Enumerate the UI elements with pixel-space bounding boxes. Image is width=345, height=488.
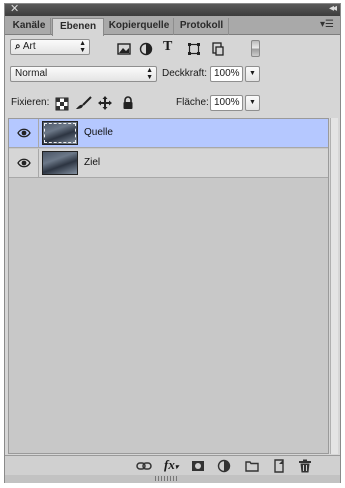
layer-style-fx-icon[interactable]: fx▾ [164,458,178,474]
layer-name: Ziel [84,157,101,168]
new-adjustment-layer-icon[interactable] [217,459,231,473]
chevron-down-icon: ▼ [249,70,256,77]
filter-type-layers-icon[interactable]: T [163,40,172,54]
tab-history[interactable]: Protokoll [175,18,229,35]
tab-channels[interactable]: Kanäle [8,18,51,35]
blend-mode-select[interactable]: Normal ▲ ▼ [10,66,157,82]
grip-dots-icon [155,476,179,481]
layers-scrollbar[interactable] [330,118,338,454]
lock-transparency-icon[interactable] [55,97,69,111]
layer-name: Quelle [84,127,113,138]
filter-kind-select[interactable]: ⌕ Art ▲ ▼ [10,39,90,55]
lock-row: Fixieren: Fläche: 100% ▼ [5,93,340,115]
updown-arrows-icon: ▲ ▼ [79,40,86,54]
bottom-toolbar: fx▾ [5,455,340,475]
fill-dropdown[interactable]: ▼ [245,95,260,111]
panel-titlebar: ✕ ◂◂ [5,2,340,16]
tab-layers[interactable]: Ebenen [52,18,104,36]
panel-menu-icon[interactable]: ▾☰ [320,19,334,30]
blend-mode-label: Normal [15,68,48,79]
filter-shape-layers-icon[interactable] [187,42,201,56]
new-group-folder-icon[interactable] [245,459,259,473]
tab-clone-source[interactable]: Kopierquelle [105,18,174,35]
add-layer-mask-icon[interactable] [191,459,205,473]
search-icon: ⌕ [15,41,21,52]
filter-adjustment-layers-icon[interactable] [139,42,153,56]
updown-arrows-icon: ▲ ▼ [146,67,153,81]
opacity-label: Deckkraft: [162,68,208,79]
new-layer-icon[interactable] [272,459,286,473]
lock-label: Fixieren: [11,97,50,108]
lock-all-icon[interactable] [121,96,135,110]
opacity-dropdown[interactable]: ▼ [245,66,260,82]
resize-grip[interactable] [5,475,340,483]
filter-smart-objects-icon[interactable] [211,42,225,56]
layer-row-quelle[interactable]: Quelle [9,119,328,148]
collapse-icon[interactable]: ◂◂ [329,2,337,16]
fill-label: Fläche: [176,97,209,108]
layer-thumbnail [42,121,78,145]
filter-pixel-layers-icon[interactable] [117,42,131,56]
eye-icon [17,128,31,138]
tab-bar: Kanäle Ebenen Kopierquelle Protokoll ▾☰ [5,16,340,36]
close-icon[interactable]: ✕ [10,2,19,16]
visibility-toggle[interactable] [9,149,39,178]
fill-field[interactable]: 100% [210,95,243,111]
layer-row-ziel[interactable]: Ziel [9,149,328,178]
layers-list: Quelle Ziel [8,118,329,454]
visibility-toggle[interactable] [9,119,39,148]
filter-toggle-switch[interactable] [251,40,260,57]
opacity-field[interactable]: 100% [210,66,243,82]
layer-thumbnail [42,151,78,175]
lock-position-icon[interactable] [98,96,112,110]
eye-icon [17,158,31,168]
filter-row: ⌕ Art ▲ ▼ T [5,37,340,59]
layers-panel: ✕ ◂◂ Kanäle Ebenen Kopierquelle Protokol… [4,3,341,483]
chevron-down-icon: ▼ [249,99,256,106]
lock-image-pixels-icon[interactable] [75,96,93,110]
trash-icon[interactable] [298,459,312,473]
link-layers-icon[interactable] [136,459,152,473]
blend-row: Normal ▲ ▼ Deckkraft: 100% ▼ [5,64,340,86]
filter-kind-label: Art [22,41,36,52]
